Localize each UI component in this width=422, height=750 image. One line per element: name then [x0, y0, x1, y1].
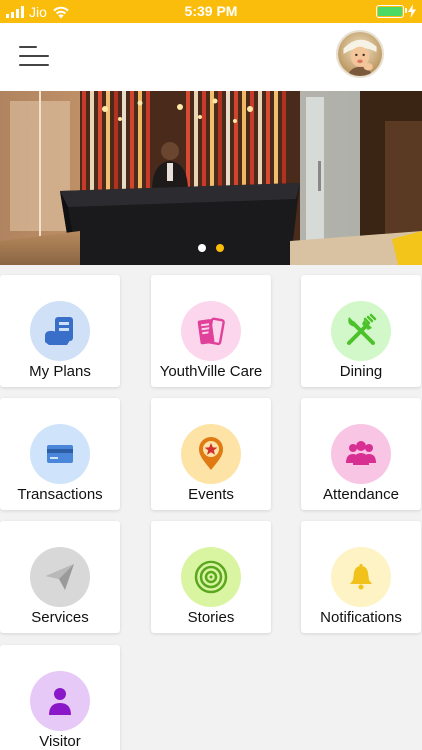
fork-knife-icon	[331, 301, 391, 361]
plans-icon	[30, 301, 90, 361]
profile-avatar[interactable]	[336, 30, 384, 78]
vinyl-record-icon	[181, 547, 241, 607]
menu-card-label: Visitor	[39, 733, 81, 750]
menu-card-label: Attendance	[323, 486, 399, 503]
hamburger-menu-icon[interactable]	[19, 43, 51, 69]
charging-bolt-icon	[408, 4, 416, 18]
status-right	[376, 4, 416, 18]
location-star-icon	[181, 424, 241, 484]
menu-card-label: Dining	[339, 363, 383, 380]
carousel-dot[interactable]	[198, 244, 206, 252]
banner-image	[0, 91, 422, 265]
menu-card-notifications[interactable]: Notifications	[301, 521, 421, 633]
battery-icon	[376, 4, 407, 18]
menu-card-youthville-care[interactable]: YouthVille Care	[151, 275, 271, 387]
battery-level	[378, 6, 402, 16]
carousel-dots	[0, 244, 422, 252]
app-header	[0, 23, 422, 91]
menu-card-my-plans[interactable]: My Plans	[0, 275, 120, 387]
menu-card-label: Notifications	[320, 609, 402, 626]
menu-card-dining[interactable]: Dining	[301, 275, 421, 387]
menu-card-services[interactable]: Services	[0, 521, 120, 633]
menu-card-events[interactable]: Events	[151, 398, 271, 510]
paper-plane-icon	[30, 547, 90, 607]
user-icon	[30, 671, 90, 731]
tickets-icon	[181, 301, 241, 361]
banner-carousel[interactable]	[0, 91, 422, 265]
menu-card-label: Transactions	[17, 486, 103, 503]
menu-card-attendance[interactable]: Attendance	[301, 398, 421, 510]
menu-card-visitor[interactable]: Visitor	[0, 645, 120, 750]
credit-card-icon	[30, 424, 90, 484]
menu-card-label: Stories	[187, 609, 235, 626]
menu-card-label: Events	[188, 486, 234, 503]
status-bar: Jio 5:39 PM	[0, 0, 422, 23]
menu-card-label: YouthVille Care	[159, 363, 263, 380]
people-group-icon	[331, 424, 391, 484]
menu-card-label: Services	[31, 609, 89, 626]
menu-card-stories[interactable]: Stories	[151, 521, 271, 633]
clock: 5:39 PM	[184, 3, 238, 19]
carousel-dot-active[interactable]	[216, 244, 224, 252]
bell-icon	[331, 547, 391, 607]
menu-card-transactions[interactable]: Transactions	[0, 398, 120, 510]
menu-card-label: My Plans	[29, 363, 91, 380]
